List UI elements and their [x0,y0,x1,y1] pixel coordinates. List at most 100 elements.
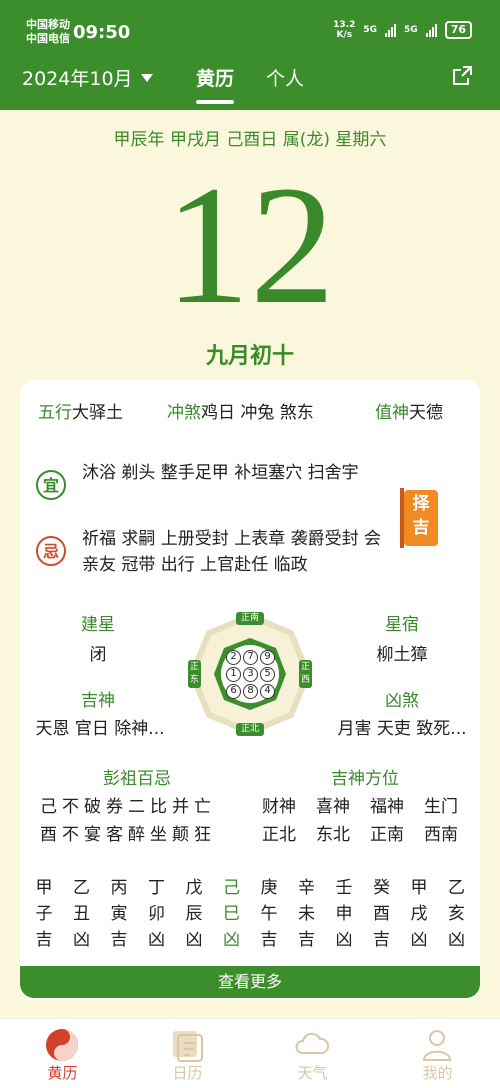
jishen-value[interactable]: 天恩 官日 除神... [20,714,180,739]
battery-indicator: 76 [444,21,472,39]
month-selector[interactable]: 2024年10月 [22,64,153,91]
shichen-luck: 吉 [110,930,128,950]
day-number: 12 [165,151,335,339]
yi-text: 沐浴 剃头 整手足甲 补垣塞穴 扫舍宇 [82,463,359,483]
nav-label: 日历 [172,1064,203,1082]
carrier-labels: 中国移动 中国电信 [26,18,70,46]
shichen-zhi: 寅 [110,904,128,924]
shichen-zhi: 午 [260,904,278,924]
compass-number: 5 [260,667,275,682]
shichen-column: 甲戌凶 [401,875,437,953]
ji-section: 忌 祈福 求嗣 上册受封 上表章 袭爵受封 会亲友 冠带 出行 上官赴任 临政 [36,526,398,578]
shichen-column: 己巳凶 [214,875,250,953]
jianxing-value: 闭 [89,645,107,665]
shichen-zhi: 亥 [448,904,465,924]
chongsha: 冲煞鸡日 冲兔 煞东 [167,403,314,423]
nav-label: 天气 [297,1064,328,1082]
compass-west: 正西 [300,662,310,685]
compass-north: 正北 [240,724,259,734]
bagua-compass[interactable]: 正南 正北 正东 正西 279 135 684 [186,610,314,738]
jishen-label[interactable]: 吉神 [58,686,138,711]
shichen-zhi: 丑 [73,904,90,924]
shichen-column: 乙丑凶 [64,875,100,953]
shichen-gan: 丙 [110,878,128,898]
shichen-zhi: 酉 [373,904,390,924]
nav-item-calendar[interactable]: 日历 [125,1019,250,1088]
compass-number: 4 [260,684,275,699]
shichen-column: 壬申凶 [326,875,362,953]
shichen-gan: 甲 [35,878,53,898]
shichen-gan: 戊 [185,878,203,898]
fangwei-value: 西南 [424,825,458,845]
carrier-2: 中国电信 [26,32,70,45]
pengzu-label: 彭祖百忌 [103,769,171,789]
compass-number: 6 [226,684,241,699]
shichen-column: 辛未吉 [289,875,325,953]
status-time: 09:50 [73,22,131,43]
compass-east: 正东 [189,662,199,685]
shichen-luck: 凶 [185,930,203,950]
shichen-column: 甲子吉 [26,875,62,953]
shichen-gan: 乙 [73,878,90,898]
jianxing-label: 建星 [81,615,115,635]
chevron-down-icon [140,73,153,82]
person-icon [422,1030,452,1061]
app-header: 中国移动 中国电信 09:50 13.2 K/s 5G 5G 76 2024年1… [0,0,500,110]
net-type-2: 5G [404,25,418,35]
xiongsha-label[interactable]: 凶煞 [362,686,442,711]
shichen-gan: 辛 [298,878,315,898]
compass-number: 3 [243,667,258,682]
signal-icon [425,23,437,37]
view-more-button[interactable]: 查看更多 [20,966,480,998]
shichen-luck: 凶 [148,930,165,950]
compass-number: 1 [226,667,241,682]
nav-item-me[interactable]: 我的 [375,1019,500,1088]
shichen-zhi: 申 [335,904,353,924]
shichen-zhi: 巳 [223,904,240,924]
zeji-label: 择吉 [412,494,430,538]
shichen-gan: 庚 [260,878,278,898]
bottom-nav: 黄历 日历 天气 我的 [0,1018,500,1088]
compass-number: 8 [243,684,258,699]
calendar-icon [173,1031,203,1062]
nav-item-weather[interactable]: 天气 [250,1019,375,1088]
status-indicators: 13.2 K/s 5G 5G 76 [333,20,472,40]
shichen-gan: 乙 [448,878,465,898]
pengzu-line2: 酉不宴客醉坐颠狂 [40,825,216,845]
lunar-date: 九月初十 [205,344,294,369]
yi-icon: 宜 [36,470,66,500]
cloud-icon [295,1032,330,1054]
shichen-column: 癸酉吉 [364,875,400,953]
shichen-gan: 壬 [335,878,353,898]
share-icon[interactable] [450,64,474,88]
month-label: 2024年10月 [22,68,133,90]
pengzu-line1: 己不破券二比并亡 [40,797,216,817]
shichen-luck: 凶 [223,930,240,950]
shichen-gan: 丁 [148,878,165,898]
zeji-button[interactable]: 择吉 [398,488,438,548]
nav-item-huangli[interactable]: 黄历 [0,1019,125,1088]
signal-icon [385,23,397,37]
compass-number: 2 [226,650,241,665]
fangwei-header: 福神 [370,797,404,817]
tab-huangli[interactable]: 黄历 [196,64,234,91]
xingsu-value: 柳土獐 [376,645,428,665]
fangwei-header: 生门 [424,797,458,817]
fangwei-header: 财神 [262,797,296,817]
tab-personal[interactable]: 个人 [266,64,304,91]
compass-number: 9 [260,650,275,665]
fangwei-value: 东北 [316,825,350,845]
ji-icon: 忌 [36,536,66,566]
shichen-gan: 甲 [410,878,428,898]
fangwei-header: 喜神 [316,797,350,817]
shichen-luck: 凶 [335,930,353,950]
network-speed: 13.2 K/s [333,20,356,40]
shichen-column: 戊辰凶 [176,875,212,953]
status-bar: 中国移动 中国电信 09:50 13.2 K/s 5G 5G 76 [0,0,500,56]
shichen-luck: 凶 [73,930,90,950]
xingsu-label: 星宿 [385,615,419,635]
wuxing: 五行大驿土 [38,403,123,423]
shichen-luck: 吉 [298,930,315,950]
xiongsha-value[interactable]: 月害 天吏 致死... [322,714,482,739]
shichen-zhi: 未 [298,904,315,924]
